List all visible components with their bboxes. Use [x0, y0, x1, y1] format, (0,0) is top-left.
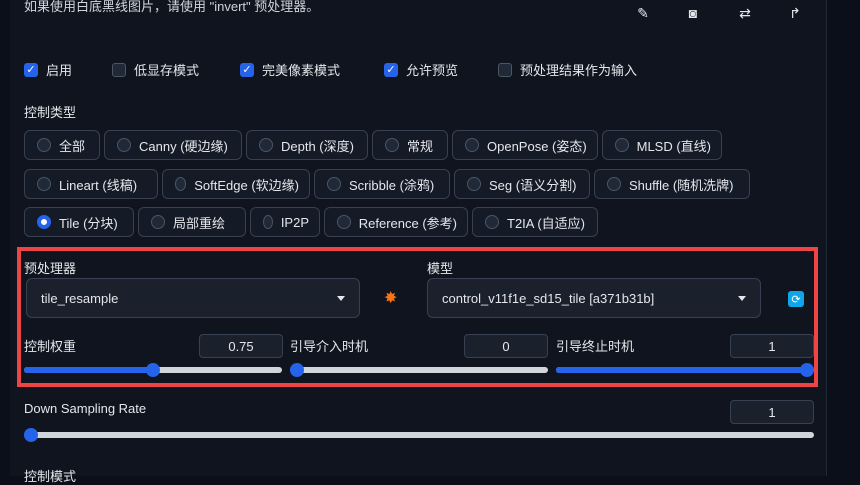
- highlight-box: [17, 247, 818, 387]
- radio-label: SoftEdge (软边缘): [194, 177, 299, 193]
- radio-label: 全部: [59, 138, 86, 154]
- radio-label: MLSD (直线): [636, 138, 711, 154]
- radio-dot: [117, 138, 131, 152]
- radio-dot: [37, 177, 51, 191]
- radio-dot: [465, 138, 479, 152]
- radio-label: OpenPose (姿态): [487, 138, 587, 154]
- radio-label: Scribble (涂鸦): [349, 177, 435, 193]
- radio-shuffle[interactable]: Shuffle (随机洗牌): [594, 169, 750, 199]
- radio-label: IP2P: [280, 214, 309, 230]
- radio-label: Shuffle (随机洗牌): [629, 177, 734, 193]
- radio-label: Tile (分块): [59, 215, 118, 231]
- radio-reference[interactable]: Reference (参考): [324, 207, 468, 237]
- radio-mlsd[interactable]: MLSD (直线): [602, 130, 722, 160]
- downsample-slider[interactable]: [24, 428, 814, 442]
- radio-canny[interactable]: Canny (硬边缘): [104, 130, 242, 160]
- radio-label: Seg (语义分割): [489, 177, 577, 193]
- radio-label: Reference (参考): [358, 215, 457, 231]
- send-icon[interactable]: ↱: [784, 2, 806, 24]
- radio-label: 常规: [407, 138, 434, 154]
- radio-openpose[interactable]: OpenPose (姿态): [452, 130, 598, 160]
- radio-dot: [327, 177, 341, 191]
- radio-depth[interactable]: Depth (深度): [246, 130, 368, 160]
- checkbox-box: [498, 62, 512, 77]
- radio-dot: [607, 177, 621, 191]
- downsample-input[interactable]: 1: [730, 400, 814, 424]
- radio-label: Lineart (线稿): [59, 177, 138, 193]
- downsample-label: Down Sampling Rate: [24, 401, 147, 416]
- radio-dot: [37, 138, 51, 152]
- check-icon: ✓: [384, 62, 398, 77]
- radio-ip2p[interactable]: IP2P: [250, 207, 320, 237]
- invert-hint: 如果使用白底黑线图片，请使用 "invert" 预处理器。: [24, 0, 320, 14]
- radio-dot: [615, 138, 629, 152]
- camera-icon[interactable]: ◙: [682, 2, 704, 24]
- radio-dot: [175, 177, 187, 191]
- checkbox-preprocess-as-input[interactable]: 预处理结果作为输入: [498, 60, 637, 79]
- radio-tile[interactable]: Tile (分块): [24, 207, 134, 237]
- checkbox-label: 预处理结果作为输入: [520, 63, 638, 78]
- checkbox-box: [112, 62, 126, 77]
- radio-label: T2IA (自适应): [507, 215, 586, 231]
- radio-t2ia[interactable]: T2IA (自适应): [472, 207, 598, 237]
- swap-icon[interactable]: ⇄: [734, 2, 756, 24]
- radio-seg[interactable]: Seg (语义分割): [454, 169, 590, 199]
- radio-label: 局部重绘: [173, 215, 226, 231]
- radio-scribble[interactable]: Scribble (涂鸦): [314, 169, 450, 199]
- radio-dot: [337, 215, 351, 229]
- radio-inpaint[interactable]: 局部重绘: [138, 207, 246, 237]
- check-icon: ✓: [24, 62, 38, 77]
- checkbox-low-vram[interactable]: 低显存模式: [112, 60, 199, 79]
- checkbox-enable[interactable]: ✓ 启用: [24, 60, 72, 79]
- radio-normal[interactable]: 常规: [372, 130, 448, 160]
- radio-dot: [259, 138, 273, 152]
- downsample-thumb[interactable]: [24, 428, 38, 442]
- radio-label: Canny (硬边缘): [139, 138, 228, 154]
- edit-icon[interactable]: ✎: [632, 2, 654, 24]
- radio-dot: [263, 215, 273, 229]
- right-strip: [826, 0, 860, 476]
- checkbox-allow-preview[interactable]: ✓ 允许预览: [384, 60, 458, 79]
- radio-dot: [467, 177, 481, 191]
- checkbox-label: 低显存模式: [134, 63, 200, 78]
- radio-lineart[interactable]: Lineart (线稿): [24, 169, 158, 199]
- radio-dot-selected: [37, 215, 51, 229]
- radio-dot: [151, 215, 165, 229]
- radio-all[interactable]: 全部: [24, 130, 100, 160]
- radio-dot: [385, 138, 399, 152]
- checkbox-label: 允许预览: [406, 63, 459, 78]
- radio-softedge[interactable]: SoftEdge (软边缘): [162, 169, 310, 199]
- radio-label: Depth (深度): [281, 138, 354, 154]
- control-type-title: 控制类型: [24, 105, 77, 120]
- checkbox-label: 完美像素模式: [262, 63, 341, 78]
- checkbox-pixel-perfect[interactable]: ✓ 完美像素模式: [240, 60, 340, 79]
- radio-dot: [485, 215, 499, 229]
- checkbox-label: 启用: [46, 63, 73, 78]
- check-icon: ✓: [240, 62, 254, 77]
